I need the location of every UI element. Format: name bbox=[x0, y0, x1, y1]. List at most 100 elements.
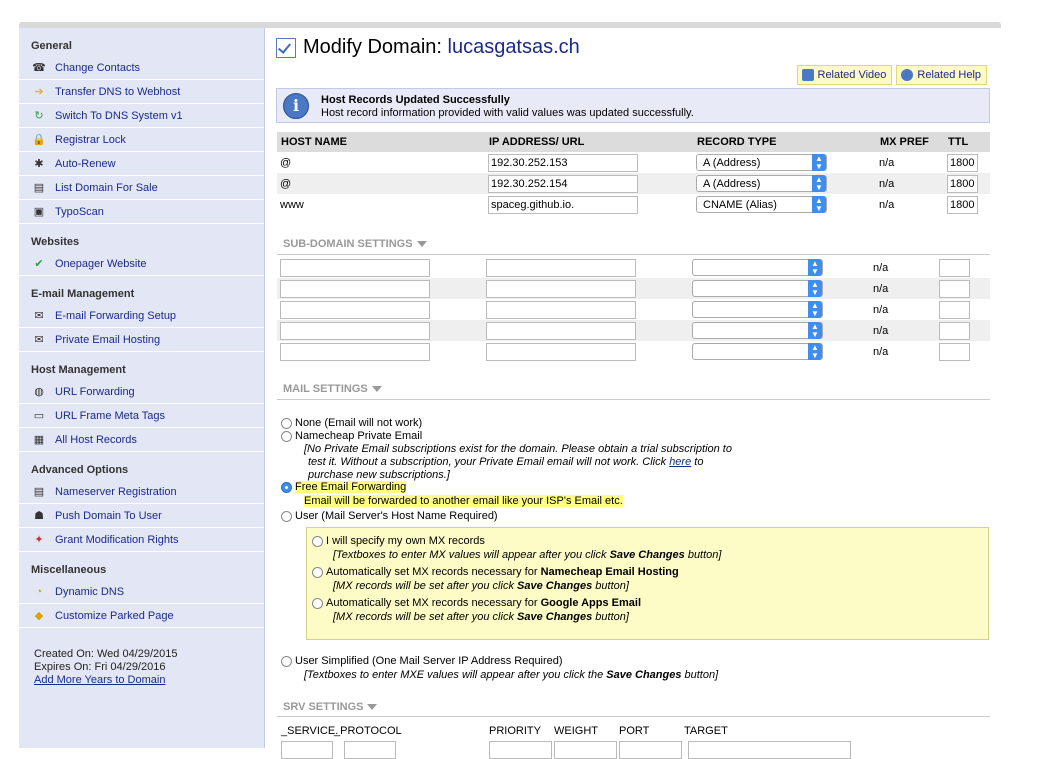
sidebar-item-customize-parked-page[interactable]: ◆ Customize Parked Page bbox=[19, 604, 264, 628]
sidebar-item-auto-renew[interactable]: ✱ Auto-Renew bbox=[19, 152, 264, 176]
sidebar-group-title: E-mail Management bbox=[31, 288, 135, 300]
subdomain-host-input[interactable] bbox=[280, 342, 430, 361]
sidebar-item-onepager-website[interactable]: ✔ Onepager Website bbox=[19, 252, 264, 276]
ip-address-input[interactable] bbox=[488, 153, 638, 172]
mail-option-user-simplified[interactable]: User Simplified (One Mail Server IP Addr… bbox=[281, 655, 563, 667]
radio-namecheap-mx[interactable] bbox=[312, 566, 323, 578]
mx-option-namecheap[interactable]: Automatically set MX records necessary f… bbox=[312, 566, 679, 578]
add-years-link[interactable]: Add More Years to Domain bbox=[34, 674, 165, 686]
sale-list-icon: ▤ bbox=[33, 181, 45, 194]
sidebar-item-url-frame-meta-tags[interactable]: ▭ URL Frame Meta Tags bbox=[19, 404, 264, 428]
sidebar-item-dynamic-dns[interactable]: ◔ Dynamic DNS bbox=[19, 580, 264, 604]
sidebar-item-push-domain-to-user[interactable]: ☗ Push Domain To User bbox=[19, 504, 264, 528]
ttl-input[interactable] bbox=[947, 174, 978, 193]
subdomain-ttl-input[interactable] bbox=[939, 258, 970, 277]
private-email-note: [No Private Email subscriptions exist fo… bbox=[304, 443, 732, 482]
record-type-select[interactable]: A (Address) ▲ ▼ bbox=[696, 154, 827, 171]
sidebar-group: Websites ✔ Onepager Website bbox=[19, 232, 264, 276]
sidebar-item-e-mail-forwarding-setup[interactable]: ✉ E-mail Forwarding Setup bbox=[19, 304, 264, 328]
radio-user[interactable] bbox=[281, 510, 292, 522]
subdomain-ip-input[interactable] bbox=[486, 258, 636, 277]
sidebar-item-list-domain-for-sale[interactable]: ▤ List Domain For Sale bbox=[19, 176, 264, 200]
subdomain-host-input[interactable] bbox=[280, 279, 430, 298]
ip-address-input[interactable] bbox=[488, 174, 638, 193]
mx-option-google[interactable]: Automatically set MX records necessary f… bbox=[312, 597, 641, 609]
select-arrows-icon: ▲ ▼ bbox=[808, 343, 822, 360]
srv-service-input[interactable] bbox=[281, 741, 333, 759]
ttl-input[interactable] bbox=[947, 195, 978, 214]
select-arrows-icon: ▲ ▼ bbox=[808, 280, 822, 297]
subdomain-host-input[interactable] bbox=[280, 300, 430, 319]
sidebar-item-all-host-records[interactable]: ▦ All Host Records bbox=[19, 428, 264, 452]
mail-option-private-label: Namecheap Private Email bbox=[295, 430, 423, 442]
subdomain-type-select[interactable]: ▲ ▼ bbox=[692, 259, 823, 276]
sidebar-item-url-forwarding[interactable]: ◍ URL Forwarding bbox=[19, 380, 264, 404]
sidebar-item-label: Change Contacts bbox=[55, 61, 140, 74]
mail-option-private[interactable]: Namecheap Private Email bbox=[281, 430, 422, 442]
subdomain-type-select[interactable]: ▲ ▼ bbox=[692, 280, 823, 297]
help-buttons: Related Video Related Help bbox=[796, 65, 987, 85]
sub-type-cell: ▲ ▼ bbox=[689, 320, 870, 341]
notice-title: Host Records Updated Successfully bbox=[321, 94, 510, 106]
mx-option-own[interactable]: I will specify my own MX records bbox=[312, 535, 485, 547]
subdomain-ip-input[interactable] bbox=[486, 342, 636, 361]
mail-option-user[interactable]: User (Mail Server's Host Name Required) bbox=[281, 510, 498, 522]
sidebar-item-nameserver-registration[interactable]: ▤ Nameserver Registration bbox=[19, 480, 264, 504]
sidebar-item-private-email-hosting[interactable]: ✉ Private Email Hosting bbox=[19, 328, 264, 352]
sub-ip-cell bbox=[483, 341, 689, 362]
related-video-button[interactable]: Related Video bbox=[796, 65, 893, 85]
ttl-cell bbox=[944, 152, 990, 173]
srv-port-input[interactable] bbox=[619, 741, 682, 759]
radio-none[interactable] bbox=[281, 417, 292, 429]
radio-free-forwarding[interactable] bbox=[281, 481, 292, 493]
subdomain-ip-input[interactable] bbox=[486, 321, 636, 340]
related-help-button[interactable]: Related Help bbox=[896, 65, 987, 85]
srv-settings-heading[interactable]: SRV SETTINGS bbox=[283, 701, 377, 713]
sub-ip-cell bbox=[483, 320, 689, 341]
sidebar-group: Host Management ◍ URL Forwarding ▭ URL Frame… bbox=[19, 360, 264, 452]
mail-option-free-forwarding[interactable]: Free Email Forwarding bbox=[281, 481, 407, 493]
radio-private[interactable] bbox=[281, 430, 292, 442]
srv-weight-input[interactable] bbox=[554, 741, 617, 759]
sidebar-item-grant-modification-rights[interactable]: ✦ Grant Modification Rights bbox=[19, 528, 264, 552]
sidebar-groups: General ☎ Change Contacts ➔ Transfer DNS to … bbox=[19, 36, 264, 628]
sidebar-item-typoscan[interactable]: ▣ TypoScan bbox=[19, 200, 264, 224]
srv-protocol-input[interactable] bbox=[344, 741, 396, 759]
radio-google-mx[interactable] bbox=[312, 597, 323, 609]
record-type-select[interactable]: A (Address) ▲ ▼ bbox=[696, 175, 827, 192]
mail-option-none[interactable]: None (Email will not work) bbox=[281, 417, 422, 429]
subdomain-host-input[interactable] bbox=[280, 258, 430, 277]
subdomain-host-input[interactable] bbox=[280, 321, 430, 340]
sidebar-group-title: Host Management bbox=[31, 364, 126, 376]
subdomain-ttl-input[interactable] bbox=[939, 342, 970, 361]
private-email-here-link[interactable]: here bbox=[669, 456, 691, 468]
col-ip-address: IP ADDRESS/ URL bbox=[485, 132, 693, 152]
subdomain-ip-input[interactable] bbox=[486, 279, 636, 298]
sidebar-item-change-contacts[interactable]: ☎ Change Contacts bbox=[19, 56, 264, 80]
sidebar-item-registrar-lock[interactable]: 🔒 Registrar Lock bbox=[19, 128, 264, 152]
srv-priority-input[interactable] bbox=[489, 741, 552, 759]
sub-mx-cell: n/a bbox=[873, 345, 889, 358]
ip-address-input[interactable] bbox=[488, 195, 638, 214]
sidebar-group: Advanced Options ▤ Nameserver Registration… bbox=[19, 460, 264, 552]
ttl-input[interactable] bbox=[947, 153, 978, 172]
sidebar-item-switch-to-dns-system-v1[interactable]: ↻ Switch To DNS System v1 bbox=[19, 104, 264, 128]
push-user-icon: ☗ bbox=[34, 509, 44, 522]
sidebar-item-transfer-dns-to-webhost[interactable]: ➔ Transfer DNS to Webhost bbox=[19, 80, 264, 104]
subdomain-ttl-input[interactable] bbox=[939, 300, 970, 319]
subdomain-type-select[interactable]: ▲ ▼ bbox=[692, 301, 823, 318]
subdomain-ttl-input[interactable] bbox=[939, 279, 970, 298]
sidebar-item-label: URL Forwarding bbox=[55, 385, 135, 398]
subdomain-type-select[interactable]: ▲ ▼ bbox=[692, 322, 823, 339]
subdomain-type-select[interactable]: ▲ ▼ bbox=[692, 343, 823, 360]
record-type-select[interactable]: CNAME (Alias) ▲ ▼ bbox=[696, 196, 827, 213]
mail-settings-heading[interactable]: MAIL SETTINGS bbox=[283, 383, 382, 395]
srv-target-input[interactable] bbox=[688, 741, 851, 759]
radio-own-mx[interactable] bbox=[312, 535, 323, 547]
radio-user-simplified[interactable] bbox=[281, 655, 292, 667]
sidebar-group-title: Advanced Options bbox=[31, 464, 129, 476]
subdomain-ip-input[interactable] bbox=[486, 300, 636, 319]
sub-type-cell: ▲ ▼ bbox=[689, 299, 870, 320]
subdomain-settings-heading[interactable]: SUB-DOMAIN SETTINGS bbox=[283, 238, 427, 250]
subdomain-ttl-input[interactable] bbox=[939, 321, 970, 340]
